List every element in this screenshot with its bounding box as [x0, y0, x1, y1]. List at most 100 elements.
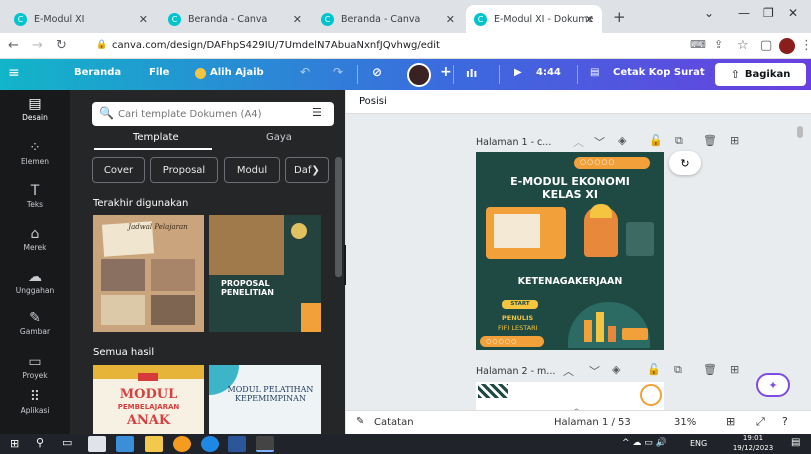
- search-icon[interactable]: ⚲: [36, 436, 44, 449]
- user-avatar[interactable]: [407, 63, 431, 87]
- browser-tab[interactable]: C Beranda - Canva ✕: [313, 5, 463, 33]
- tab-search-icon[interactable]: ⌄: [704, 6, 714, 20]
- fullscreen-icon[interactable]: ⤢: [756, 415, 765, 429]
- template-search-box[interactable]: 🔍 ☰: [92, 102, 334, 126]
- forward-icon[interactable]: →: [32, 38, 43, 53]
- undo-icon[interactable]: ↶: [300, 65, 310, 79]
- add-page-icon[interactable]: ⊞: [730, 363, 739, 376]
- lock-page-icon[interactable]: 🔓: [649, 134, 663, 147]
- notes-button[interactable]: Catatan: [374, 417, 414, 428]
- browser-tab[interactable]: C E-Modul XI ✕: [6, 5, 156, 33]
- browser-menu-icon[interactable]: ⋮: [800, 38, 811, 53]
- panel-scrollbar[interactable]: [335, 157, 342, 277]
- print-letterhead-button[interactable]: Cetak Kop Surat: [613, 67, 705, 78]
- chip-cover[interactable]: Cover: [92, 157, 145, 183]
- task-view-icon[interactable]: ▭: [62, 436, 72, 449]
- rail-item-text[interactable]: T Teks: [0, 183, 70, 209]
- bookmark-star-icon[interactable]: ☆: [737, 38, 749, 53]
- edge-icon[interactable]: [201, 436, 219, 452]
- chip-more[interactable]: Daf ❯: [285, 157, 329, 183]
- delete-page-icon[interactable]: 🗑: [703, 134, 717, 147]
- close-tab-icon[interactable]: ✕: [446, 13, 455, 26]
- lock-page-icon[interactable]: 🔓: [647, 363, 661, 376]
- url-field[interactable]: canva.com/design/DAFhpS429IU/7UmdelN7Abu…: [112, 40, 440, 51]
- windows-start-icon[interactable]: ⊞: [10, 437, 19, 450]
- duplicate-page-icon[interactable]: ⧉: [674, 363, 682, 377]
- rail-item-apps[interactable]: ⠿ Aplikasi: [0, 389, 70, 415]
- tray-icons[interactable]: ^ ☁ ▭ 🔊: [622, 438, 667, 448]
- share-page-icon[interactable]: ⇪: [714, 38, 723, 51]
- play-icon[interactable]: ▶: [514, 67, 522, 78]
- clock-date[interactable]: 19/12/2023: [730, 444, 776, 452]
- grid-view-icon[interactable]: ⊞: [726, 415, 735, 428]
- tab-template[interactable]: Template: [133, 132, 179, 143]
- redo-icon[interactable]: ↷: [333, 65, 343, 79]
- chip-modul[interactable]: Modul: [224, 157, 280, 183]
- help-icon[interactable]: ?: [782, 415, 788, 428]
- zoom-level[interactable]: 31%: [674, 417, 696, 428]
- template-thumb-proposal[interactable]: PROPOSAL PENELITIAN: [209, 215, 321, 332]
- rail-item-uploads[interactable]: ☁ Unggahan: [0, 269, 70, 295]
- reload-icon[interactable]: ↻: [56, 38, 67, 53]
- close-tab-icon[interactable]: ✕: [293, 13, 302, 26]
- tab-style[interactable]: Gaya: [266, 132, 292, 143]
- notifications-icon[interactable]: ▤: [791, 437, 800, 448]
- page-up-icon[interactable]: ︿: [563, 363, 574, 379]
- translate-icon[interactable]: ⌨: [690, 38, 706, 51]
- insights-icon[interactable]: ılı: [466, 67, 477, 80]
- page-1-title[interactable]: Halaman 1 - c...: [476, 137, 551, 148]
- hide-page-icon[interactable]: ◈: [612, 363, 620, 376]
- store-icon[interactable]: [145, 436, 163, 452]
- new-tab-button[interactable]: +: [613, 8, 626, 26]
- rail-item-draw[interactable]: ✎ Gambar: [0, 310, 70, 336]
- firefox-icon[interactable]: [173, 436, 191, 452]
- add-page-icon[interactable]: ⊞: [730, 134, 739, 147]
- filter-icon[interactable]: ☰: [312, 106, 322, 119]
- rail-item-projects[interactable]: ▭ Proyek: [0, 354, 70, 380]
- close-tab-icon[interactable]: ✕: [585, 13, 594, 26]
- page-2-canvas[interactable]: [476, 382, 664, 410]
- delete-page-icon[interactable]: 🗑: [703, 363, 717, 376]
- chip-proposal[interactable]: Proposal: [150, 157, 218, 183]
- mail-app-icon[interactable]: [88, 436, 106, 452]
- chrome-icon[interactable]: [256, 436, 274, 452]
- magic-assistant-button[interactable]: ✦: [756, 373, 790, 397]
- present-timer[interactable]: 4:44: [536, 67, 561, 78]
- page-down-icon[interactable]: ﹀: [594, 134, 605, 150]
- page-up-icon[interactable]: ︿: [573, 134, 584, 150]
- rail-item-design[interactable]: ▤ Desain: [0, 96, 70, 122]
- share-button[interactable]: ⇧ Bagikan: [715, 63, 806, 86]
- maximize-icon[interactable]: ❐: [763, 6, 774, 20]
- rail-item-elements[interactable]: ⁘ Elemen: [0, 140, 70, 166]
- add-collaborator-icon[interactable]: +: [440, 64, 452, 80]
- hide-page-icon[interactable]: ◈: [618, 134, 626, 147]
- back-icon[interactable]: ←: [8, 38, 19, 53]
- home-button[interactable]: Beranda: [74, 67, 121, 78]
- profile-avatar[interactable]: [779, 38, 795, 54]
- cloud-sync-icon[interactable]: ⊘: [372, 65, 382, 79]
- page-counter[interactable]: Halaman 1 / 53: [554, 417, 631, 428]
- word-icon[interactable]: [228, 436, 246, 452]
- page-down-icon[interactable]: ﹀: [589, 363, 600, 379]
- file-menu-button[interactable]: File: [149, 67, 169, 78]
- minimize-icon[interactable]: —: [738, 6, 750, 20]
- position-button[interactable]: Posisi: [359, 96, 387, 107]
- close-tab-icon[interactable]: ✕: [139, 13, 148, 26]
- template-thumb-modul-anak[interactable]: MODUL PEMBELAJARAN ANAK: [93, 365, 204, 434]
- magic-switch-button[interactable]: Alih Ajaib: [210, 67, 264, 78]
- canvas-scrollbar[interactable]: [797, 126, 803, 138]
- clock-time[interactable]: 19:01: [733, 434, 773, 442]
- close-window-icon[interactable]: ✕: [788, 6, 798, 20]
- duplicate-page-icon[interactable]: ⧉: [675, 134, 683, 148]
- menu-icon[interactable]: ≡: [8, 65, 20, 81]
- refresh-ai-button[interactable]: ↻: [669, 151, 701, 175]
- browser-tab[interactable]: C Beranda - Canva ✕: [160, 5, 310, 33]
- rail-item-brand[interactable]: ⌂ Merek: [0, 226, 70, 252]
- search-input[interactable]: [118, 106, 298, 122]
- sidepanel-icon[interactable]: ▢: [760, 38, 772, 53]
- page-1-canvas[interactable]: ○○○○○ E-MODUL EKONOMI KELAS XI KETENAGAK…: [476, 152, 664, 350]
- template-thumb-journal[interactable]: Jadwal Pelajaran: [93, 215, 204, 332]
- language-indicator[interactable]: ENG: [690, 439, 707, 448]
- page-2-title[interactable]: Halaman 2 - m...: [476, 366, 555, 377]
- explorer-icon[interactable]: [116, 436, 134, 452]
